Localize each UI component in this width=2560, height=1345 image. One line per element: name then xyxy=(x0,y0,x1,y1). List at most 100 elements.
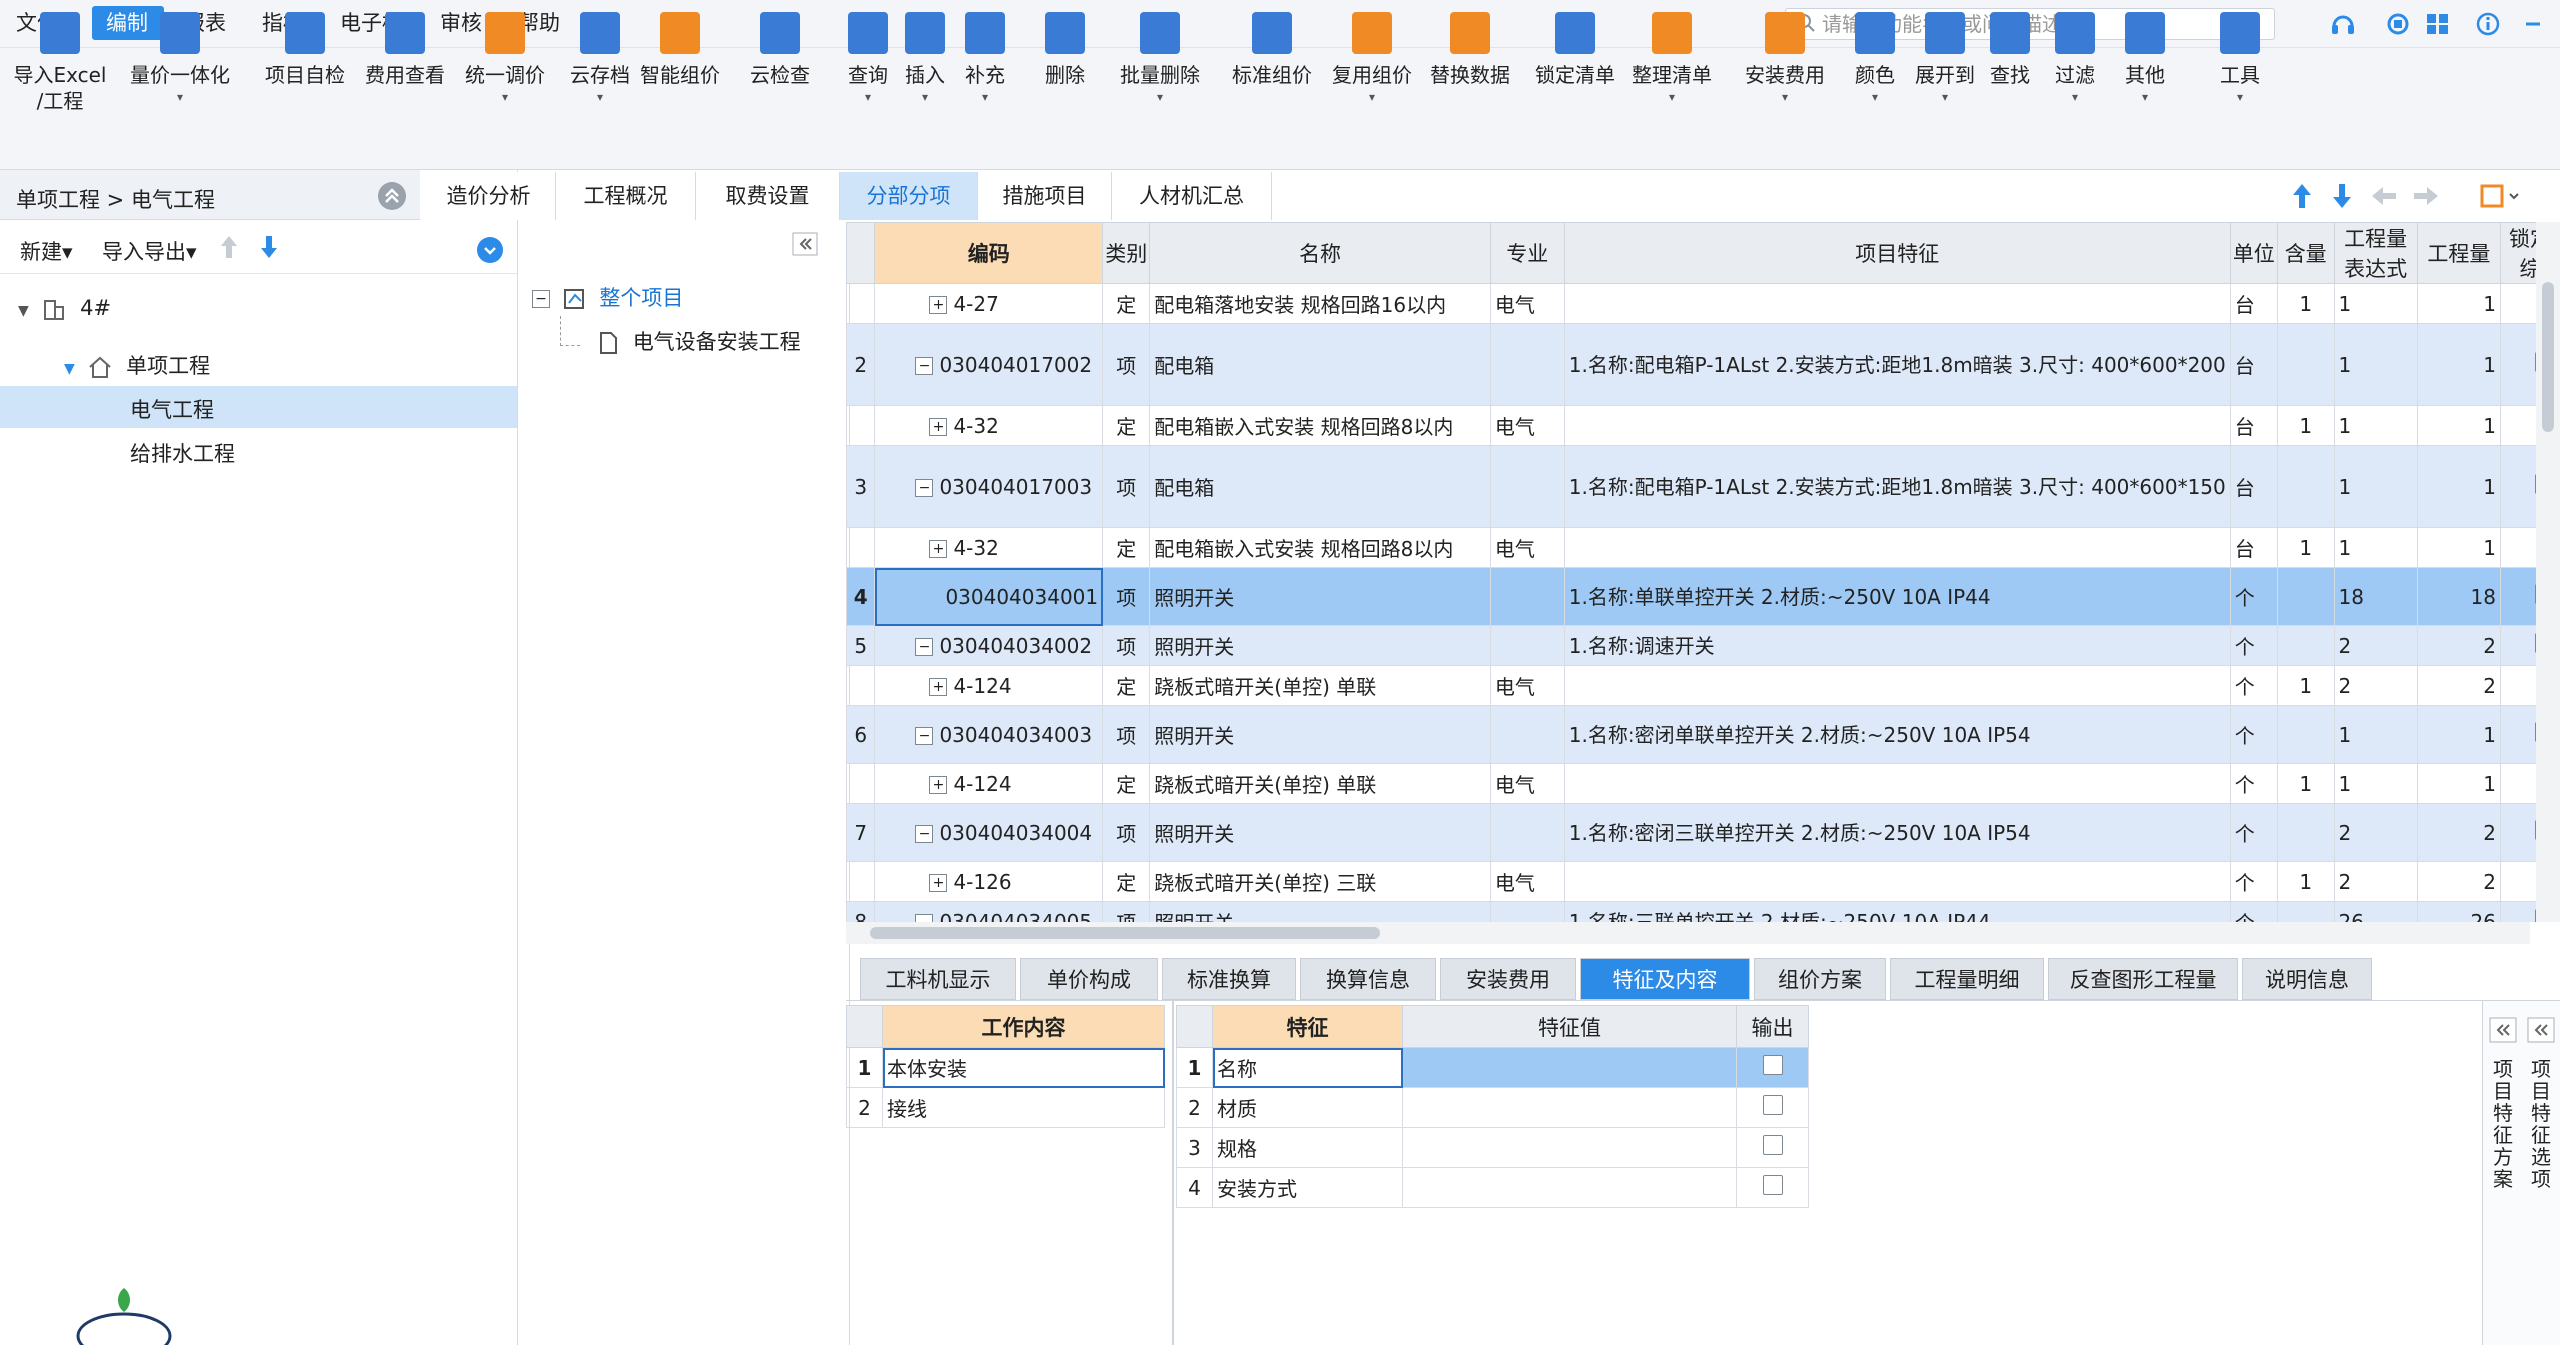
content-cell[interactable] xyxy=(2276,625,2335,666)
feature-cell[interactable] xyxy=(1563,861,2231,902)
dropdown-caret-icon[interactable]: ▾ xyxy=(1322,90,1422,104)
collapse-toggle-icon[interactable]: − xyxy=(532,290,550,308)
project-child[interactable]: 电气设备安装工程 xyxy=(598,326,801,356)
row-number[interactable]: 5 xyxy=(846,625,876,666)
toolbar-button-20[interactable]: 展开到 ▾ xyxy=(1905,6,1985,116)
kind-cell[interactable]: 项 xyxy=(1102,705,1151,764)
expression-cell[interactable]: 2 xyxy=(2333,861,2418,902)
bottom-tab-8[interactable]: 反查图形工程量 xyxy=(2048,958,2238,1000)
collapse-icon[interactable]: − xyxy=(915,638,934,656)
content-cell[interactable]: 1 xyxy=(2276,283,2335,324)
expand-icon[interactable]: + xyxy=(929,776,948,794)
name-cell[interactable]: 跷板式暗开关(单控) 单联 xyxy=(1149,763,1491,804)
expand-icon[interactable]: + xyxy=(929,418,948,436)
feature-cell[interactable]: 1.名称:三联单控开关 2.材质:~250V 10A IP44 xyxy=(1563,901,2231,922)
toolbar-button-18[interactable]: 安装费用 ▾ xyxy=(1730,6,1840,116)
name-cell[interactable]: 跷板式暗开关(单控) 单联 xyxy=(1149,665,1491,706)
quantity-cell[interactable]: 1 xyxy=(2416,323,2501,406)
specialty-cell[interactable] xyxy=(1489,901,1565,922)
content-cell[interactable]: 1 xyxy=(2276,763,2335,804)
tab-1[interactable]: 工程概况 xyxy=(556,172,696,220)
bottom-tab-7[interactable]: 工程量明细 xyxy=(1890,958,2044,1000)
feature-name-cell[interactable]: 材质 xyxy=(1212,1087,1403,1128)
tree-item-plumbing[interactable]: 给排水工程 xyxy=(130,438,235,468)
name-cell[interactable]: 跷板式暗开关(单控) 三联 xyxy=(1149,861,1491,902)
dropdown-caret-icon[interactable]: ▾ xyxy=(1840,90,1910,104)
kind-cell[interactable]: 项 xyxy=(1102,567,1151,626)
kind-cell[interactable]: 定 xyxy=(1102,527,1151,568)
name-cell[interactable]: 配电箱 xyxy=(1149,445,1491,528)
table-row[interactable]: +4-32 定配电箱嵌入式安装 规格回路8以内 电气台 1 1 1 xyxy=(846,527,2560,568)
project-root[interactable]: − 整个项目 xyxy=(532,282,683,312)
feature-cell[interactable] xyxy=(1563,763,2231,804)
row-number[interactable] xyxy=(846,405,876,446)
expand-icon[interactable]: + xyxy=(929,296,948,314)
toolbar-button-23[interactable]: 其他 ▾ xyxy=(2110,6,2180,116)
grid-header-6[interactable]: 含量 xyxy=(2276,222,2335,284)
expression-cell[interactable]: 2 xyxy=(2333,665,2418,706)
grid-header-5[interactable]: 单位 xyxy=(2229,222,2278,284)
dropdown-caret-icon[interactable]: ▾ xyxy=(955,90,1015,104)
table-row[interactable]: +4-32 定配电箱嵌入式安装 规格回路8以内 电气台 1 1 1 xyxy=(846,405,2560,446)
quantity-cell[interactable]: 26 xyxy=(2416,901,2501,922)
arrow-left-icon[interactable] xyxy=(2370,184,2398,208)
quantity-cell[interactable]: 2 xyxy=(2416,625,2501,666)
feature-value-cell[interactable] xyxy=(1402,1047,1737,1088)
dropdown-caret-icon[interactable]: ▾ xyxy=(1730,90,1840,104)
specialty-cell[interactable] xyxy=(1489,625,1565,666)
content-cell[interactable] xyxy=(2276,323,2335,406)
table-row[interactable]: +4-124 定跷板式暗开关(单控) 单联 电气个 1 2 2 xyxy=(846,665,2560,706)
tab-5[interactable]: 人材机汇总 xyxy=(1112,172,1272,220)
bottom-tab-0[interactable]: 工料机显示 xyxy=(860,958,1016,1000)
feature-cell[interactable] xyxy=(1563,405,2231,446)
bottom-tab-1[interactable]: 单价构成 xyxy=(1020,958,1158,1000)
collapse-icon[interactable]: − xyxy=(915,914,934,922)
code-cell[interactable]: −030404034002 xyxy=(874,625,1104,666)
feature-cell[interactable] xyxy=(1563,665,2231,706)
collapse-icon[interactable]: − xyxy=(915,727,934,745)
name-cell[interactable]: 照明开关 xyxy=(1149,705,1491,764)
name-cell[interactable]: 照明开关 xyxy=(1149,803,1491,862)
unit-cell[interactable]: 个 xyxy=(2229,665,2278,706)
output-checkbox[interactable] xyxy=(1762,1055,1783,1075)
code-cell[interactable]: +4-126 xyxy=(874,861,1104,902)
quantity-cell[interactable]: 1 xyxy=(2416,763,2501,804)
toolbar-button-9[interactable]: 插入 ▾ xyxy=(895,6,955,116)
toolbar-button-10[interactable]: 补充 ▾ xyxy=(955,6,1015,116)
toolbar-button-15[interactable]: 替换数据 xyxy=(1420,6,1520,116)
toolbar-button-5[interactable]: 云存档 ▾ xyxy=(560,6,640,116)
expression-cell[interactable]: 1 xyxy=(2333,763,2418,804)
content-cell[interactable] xyxy=(2276,901,2335,922)
dropdown-caret-icon[interactable]: ▾ xyxy=(125,90,235,104)
dropdown-caret-icon[interactable]: ▾ xyxy=(1110,90,1210,104)
tab-4[interactable]: 措施项目 xyxy=(978,172,1112,220)
code-cell[interactable]: +4-27 xyxy=(874,283,1104,324)
minimize-icon[interactable] xyxy=(2520,12,2546,36)
unit-cell[interactable]: 台 xyxy=(2229,527,2278,568)
table-row[interactable]: 3−030404017003 项配电箱 1.名称:配电箱P-1ALst 2.安装方式… xyxy=(846,445,2560,528)
code-cell[interactable]: +4-32 xyxy=(874,405,1104,446)
kind-cell[interactable]: 项 xyxy=(1102,803,1151,862)
dropdown-caret-icon[interactable]: ▾ xyxy=(1905,90,1985,104)
kind-cell[interactable]: 定 xyxy=(1102,405,1151,446)
expression-cell[interactable]: 1 xyxy=(2333,705,2418,764)
expand-icon[interactable]: + xyxy=(929,874,948,892)
new-button[interactable]: 新建▾ xyxy=(20,236,73,266)
content-cell[interactable] xyxy=(2276,445,2335,528)
content-cell[interactable]: 1 xyxy=(2276,861,2335,902)
feature-name-cell[interactable]: 规格 xyxy=(1212,1127,1403,1168)
specialty-cell[interactable]: 电气 xyxy=(1489,763,1565,804)
row-number[interactable]: 3 xyxy=(846,445,876,528)
name-cell[interactable]: 照明开关 xyxy=(1149,625,1491,666)
expression-cell[interactable]: 2 xyxy=(2333,625,2418,666)
row-number[interactable] xyxy=(846,763,876,804)
specialty-cell[interactable] xyxy=(1489,323,1565,406)
quantity-cell[interactable]: 1 xyxy=(2416,705,2501,764)
code-cell[interactable]: +4-32 xyxy=(874,527,1104,568)
kind-cell[interactable]: 项 xyxy=(1102,625,1151,666)
toolbar-button-12[interactable]: 批量删除 ▾ xyxy=(1110,6,1210,116)
feature-name-cell[interactable]: 名称 xyxy=(1212,1047,1403,1088)
toolbar-button-3[interactable]: 费用查看 xyxy=(355,6,455,116)
collapse-icon[interactable]: − xyxy=(915,479,934,497)
table-row[interactable]: +4-27 定配电箱落地安装 规格回路16以内 电气台 1 1 1 xyxy=(846,283,2560,324)
